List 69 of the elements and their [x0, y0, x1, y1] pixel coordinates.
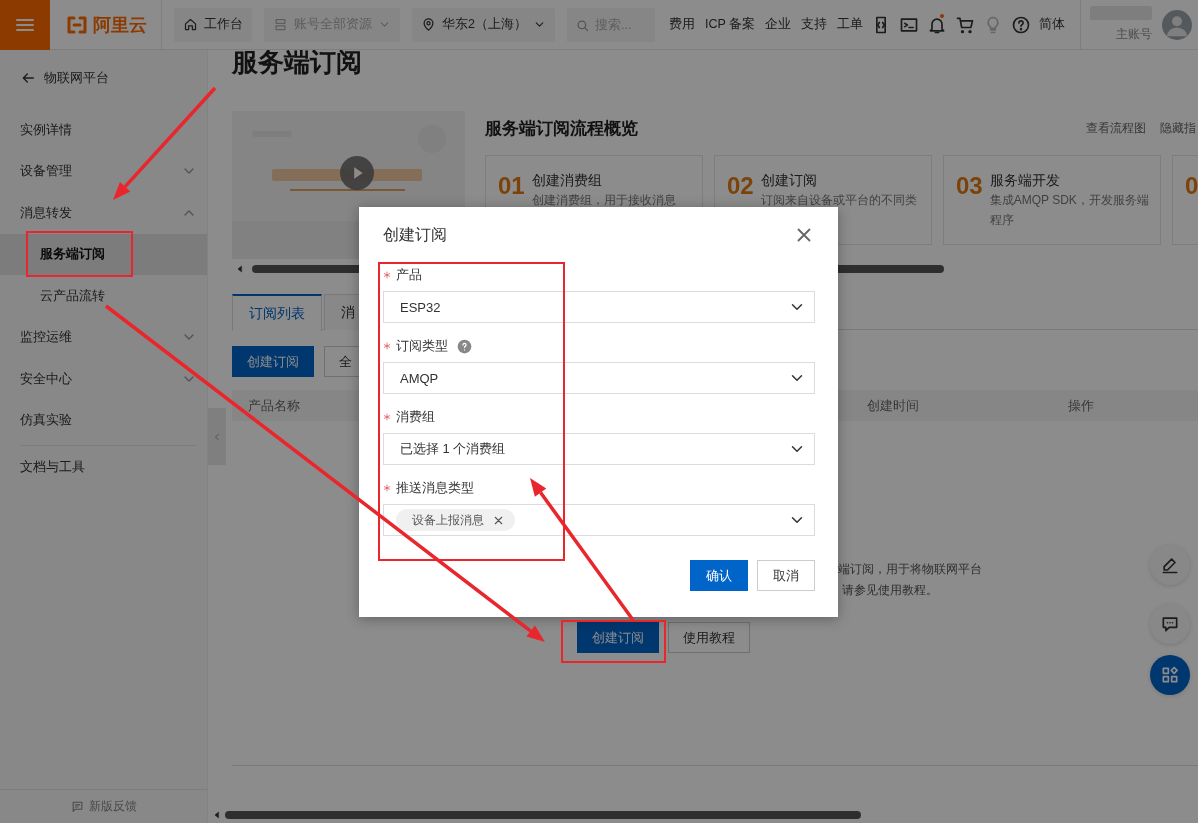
- cancel-button[interactable]: 取消: [757, 560, 815, 591]
- apps-icon: [1160, 665, 1180, 685]
- scroll-left-icon: [213, 811, 221, 819]
- field-label: 订阅类型: [396, 337, 448, 355]
- select-field[interactable]: 设备上报消息: [383, 504, 815, 536]
- tab[interactable]: 订阅列表: [232, 294, 322, 331]
- nav-dropdown[interactable]: 华东2（上海）: [412, 7, 555, 42]
- sidebar-item[interactable]: 安全中心: [0, 358, 207, 400]
- tutorial-button[interactable]: 使用教程: [668, 622, 750, 653]
- create-button[interactable]: 创建订阅: [232, 346, 314, 377]
- tag[interactable]: 设备上报消息: [396, 509, 515, 531]
- step-title: 创建消费组: [531, 171, 603, 190]
- top-link[interactable]: 支持: [801, 16, 828, 33]
- collapse-handle[interactable]: [208, 408, 226, 465]
- guide-link[interactable]: 查看流程图: [1086, 119, 1146, 137]
- sidebar-item[interactable]: 文档与工具: [0, 446, 207, 488]
- stack-icon: [273, 17, 288, 32]
- step-title: 创建订阅: [760, 171, 818, 190]
- column-header: 创建时间: [867, 396, 920, 415]
- step-number: 01: [498, 171, 525, 201]
- home-icon: [183, 17, 198, 32]
- top-link[interactable]: 工单: [837, 16, 864, 33]
- field-label: 产品: [396, 266, 422, 284]
- apps-button[interactable]: [1150, 655, 1190, 695]
- field-label: 消费组: [396, 408, 435, 426]
- section-heading: 服务端订阅流程概览: [485, 117, 638, 140]
- back-arrow-icon: [20, 70, 36, 86]
- step-number: 0: [1185, 171, 1198, 201]
- field-label: 推送消息类型: [396, 479, 474, 497]
- chat-icon: [1160, 614, 1180, 634]
- scroll-left-icon: [236, 265, 244, 273]
- back-link[interactable]: 物联网平台: [0, 50, 207, 106]
- location-pin-icon: [421, 17, 436, 32]
- scrollbar-thumb[interactable]: [225, 811, 861, 819]
- chat-button[interactable]: [1150, 604, 1190, 644]
- edit-button[interactable]: [1150, 545, 1190, 585]
- top-link[interactable]: 费用: [668, 16, 695, 33]
- confirm-button[interactable]: 确认: [690, 560, 748, 591]
- sidebar-item[interactable]: 服务端订阅: [0, 233, 207, 275]
- create-button[interactable]: 创建订阅: [577, 622, 659, 653]
- help-icon: [1011, 14, 1032, 35]
- sidebar-item[interactable]: 实例详情: [0, 109, 207, 151]
- step-number: 03: [956, 171, 983, 201]
- feedback-icon: [70, 800, 84, 813]
- sidebar-item[interactable]: 仿真实验: [0, 399, 207, 441]
- feedback-link[interactable]: 新版反馈: [0, 789, 207, 823]
- select-field[interactable]: AMQP: [383, 362, 815, 394]
- column-header: 操作: [1068, 396, 1094, 415]
- language-link[interactable]: 简体: [1039, 16, 1066, 33]
- top-link[interactable]: ICP 备案: [704, 16, 756, 33]
- select-field[interactable]: 已选择 1 个消费组: [383, 433, 815, 465]
- dialog-title: 创建订阅: [383, 224, 447, 245]
- column-header: 产品名称: [247, 396, 301, 415]
- top-link[interactable]: 企业: [765, 16, 792, 33]
- step-description: 订阅来自设备或平台的不同类: [760, 192, 917, 209]
- empty-state-text: 端订阅，用于将物联网平台: [838, 561, 982, 578]
- sidebar-item[interactable]: 云产品流转: [0, 275, 207, 317]
- step-title: 服务端开发: [989, 171, 1061, 190]
- select-field[interactable]: ESP32: [383, 291, 815, 323]
- empty-state-text: 请参见使用教程。: [842, 582, 939, 599]
- step-number: 02: [727, 171, 754, 201]
- guide-link[interactable]: 隐藏指: [1160, 119, 1196, 137]
- sidebar-item[interactable]: 监控运维: [0, 316, 207, 358]
- play-icon[interactable]: [340, 156, 374, 190]
- step-description: 集成AMQP SDK，开发服务端程序: [989, 192, 1150, 229]
- edit-icon: [1160, 555, 1180, 575]
- nav-dropdown[interactable]: 工作台: [174, 7, 252, 42]
- step-description: 创建消费组，用于接收消息: [531, 192, 676, 209]
- page-title: 服务端订阅: [232, 50, 363, 77]
